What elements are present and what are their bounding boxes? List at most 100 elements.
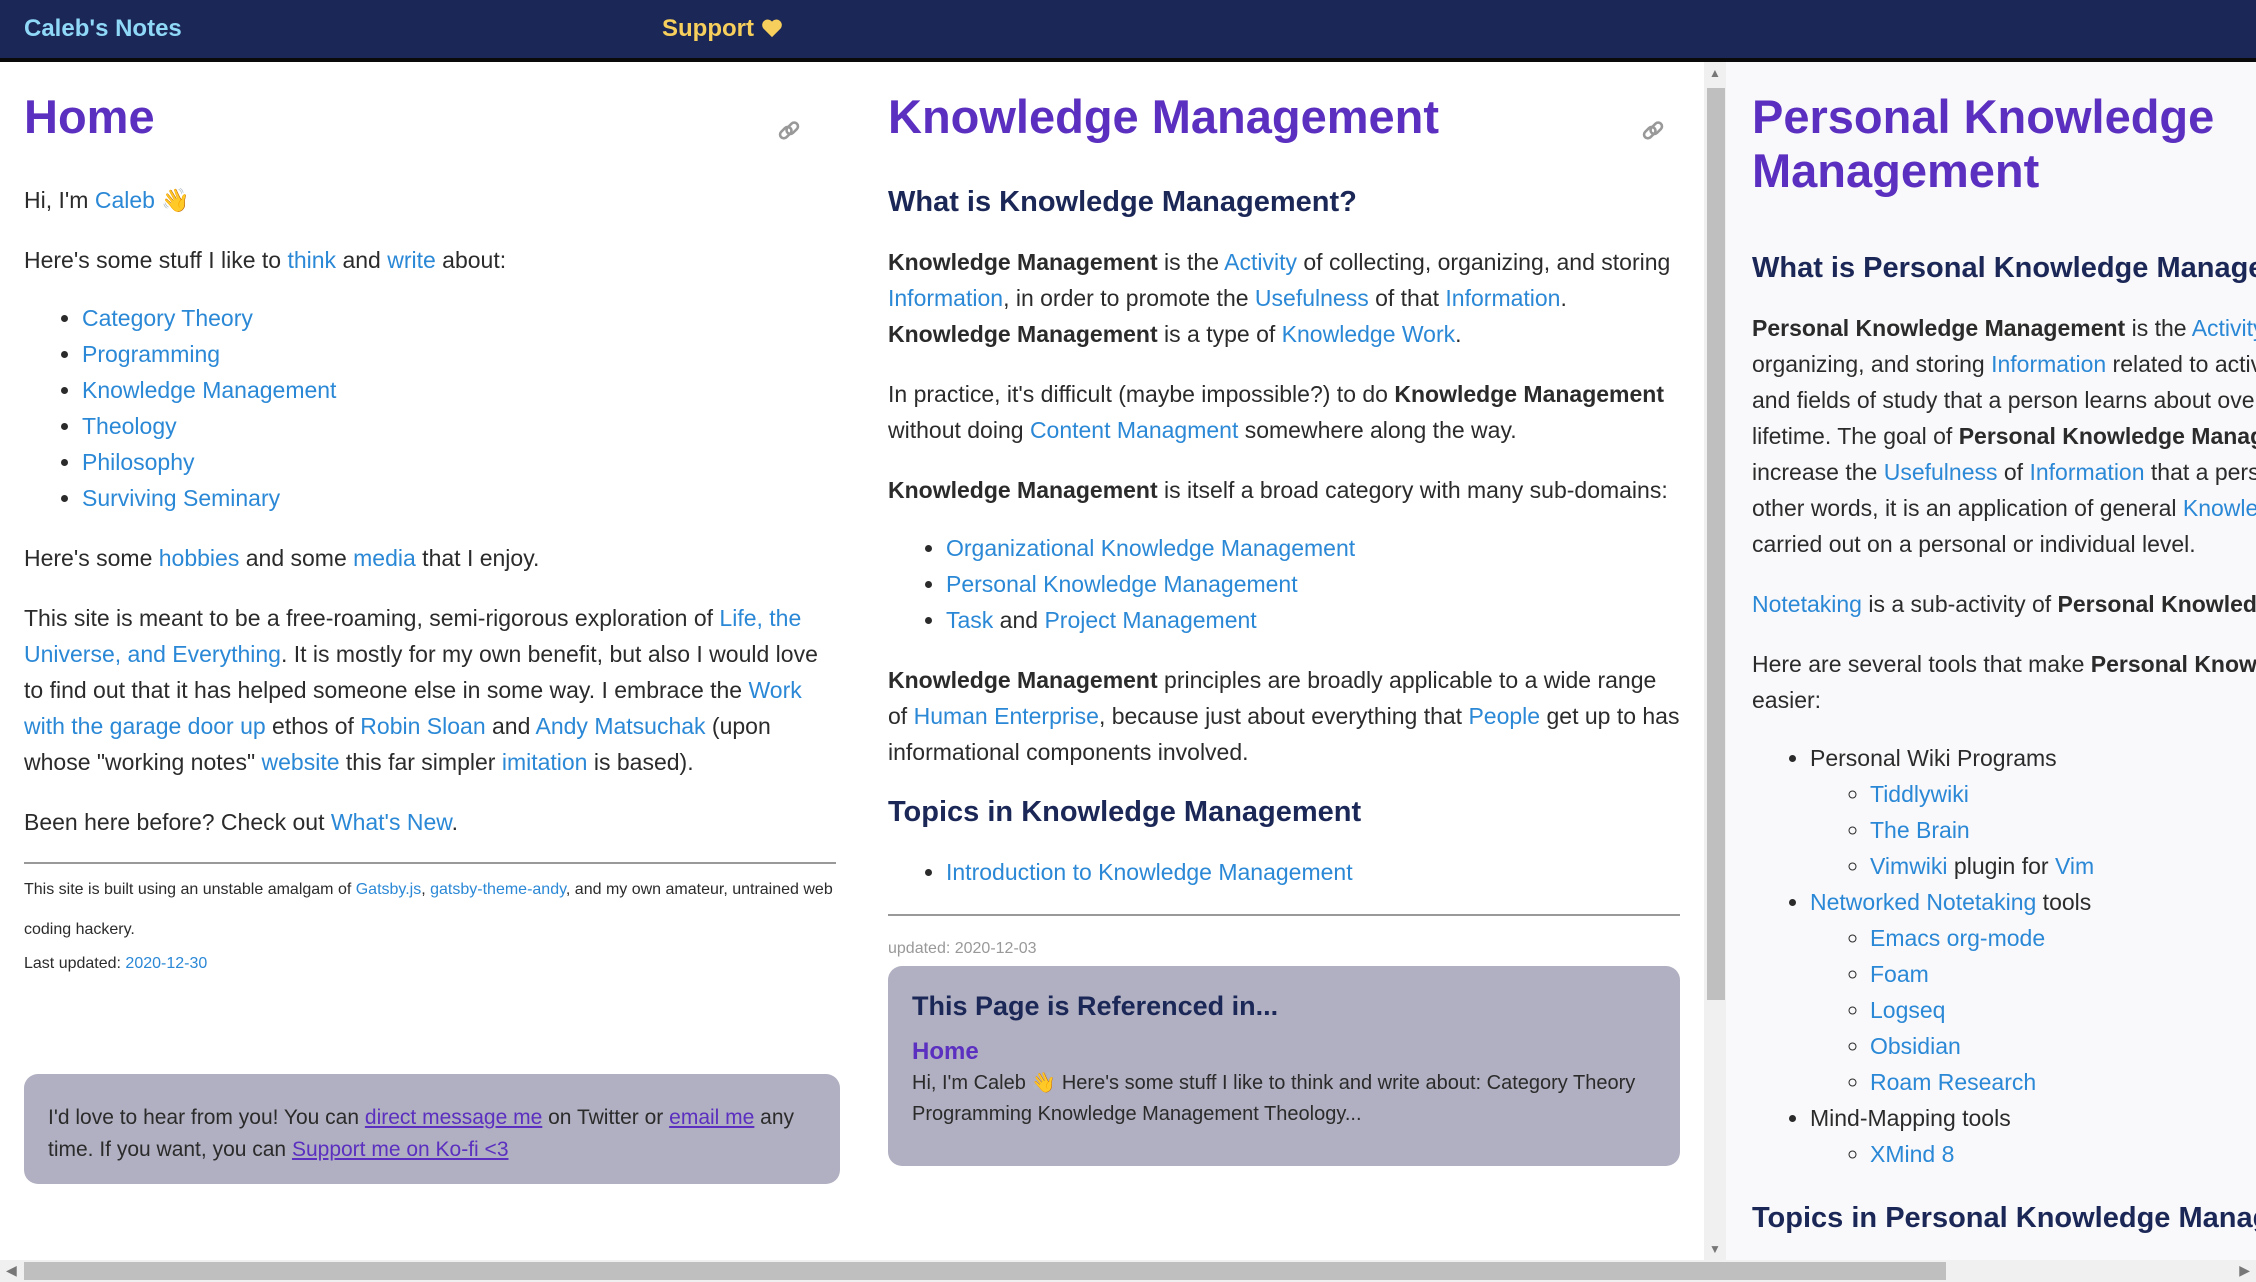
last-updated-date-link[interactable]: 2020-12-30 — [125, 955, 207, 972]
whats-new-link[interactable]: What's New — [331, 809, 452, 835]
kofi-link[interactable]: Support me on Ko-fi <3 — [292, 1138, 509, 1161]
tool-link[interactable]: Foam — [1870, 961, 1929, 987]
scrollbar-thumb[interactable] — [1707, 88, 1725, 1000]
topic-link[interactable]: Surviving Seminary — [82, 485, 280, 511]
project-management-link[interactable]: Project Management — [1044, 607, 1256, 633]
km-practice-paragraph: In practice, it's difficult (maybe impos… — [888, 381, 1665, 443]
scroll-right-arrow-icon[interactable]: ▶ — [2239, 1262, 2250, 1279]
information-link[interactable]: Information — [1445, 285, 1560, 311]
list-item: Task and Project Management — [946, 602, 1680, 638]
topic-link[interactable]: Category Theory — [82, 305, 253, 331]
subdomain-link[interactable]: Personal Knowledge Management — [946, 571, 1298, 597]
pkm-tools-intro: Here are several tools that make Persona… — [1752, 651, 2256, 713]
note-pane-personal-knowledge-management: Personal Knowledge Management What is Pe… — [1726, 62, 2256, 1260]
list-item: The Brain — [1870, 812, 2232, 848]
list-item: Personal Knowledge Management — [946, 566, 1680, 602]
vimwiki-link[interactable]: Vimwiki — [1870, 853, 1948, 879]
list-item: Foam — [1870, 956, 2232, 992]
hobbies-link[interactable]: hobbies — [159, 545, 240, 571]
vertical-scrollbar[interactable]: ▲ ▼ — [1704, 62, 1726, 1260]
list-item: Mind-Mapping tools XMind 8 — [1810, 1100, 2232, 1172]
gatsby-link[interactable]: Gatsby.js — [356, 881, 422, 898]
tool-link[interactable]: XMind 8 — [1870, 1141, 1954, 1167]
task-link[interactable]: Task — [946, 607, 993, 633]
section-heading: Topics in Personal Knowledge Management — [1752, 1202, 2256, 1234]
top-nav-bar: Caleb's Notes Support — [0, 0, 2256, 62]
topic-list: Category Theory Programming Knowledge Ma… — [24, 300, 836, 516]
section-heading: What is Knowledge Management? — [888, 186, 1357, 218]
direct-message-link[interactable]: direct message me — [365, 1106, 542, 1129]
list-item: Knowledge Management — [82, 372, 836, 408]
list-item: Emacs org-mode — [1870, 920, 2232, 956]
list-item: Networked Notetaking tools Emacs org-mod… — [1810, 884, 2232, 1100]
email-link[interactable]: email me — [669, 1106, 754, 1129]
subdomain-list: Organizational Knowledge Management Pers… — [888, 530, 1680, 638]
notetaking-link[interactable]: Notetaking — [1752, 591, 1862, 617]
andy-matsuchak-link[interactable]: Andy Matsuchak — [536, 713, 706, 739]
tool-link[interactable]: The Brain — [1870, 817, 1970, 843]
human-enterprise-link[interactable]: Human Enterprise — [914, 703, 1099, 729]
section-heading: What is Personal Knowledge Management? — [1752, 252, 2256, 284]
list-item: Obsidian — [1870, 1028, 2232, 1064]
think-link[interactable]: think — [287, 247, 336, 273]
topic-link[interactable]: Introduction to Knowledge Management — [946, 859, 1353, 885]
information-link[interactable]: Information — [888, 285, 1003, 311]
link-icon[interactable] — [1640, 118, 1666, 149]
backlinks-heading: This Page is Referenced in... — [912, 991, 1279, 1021]
backlink-title[interactable]: Home — [912, 1036, 1656, 1068]
wave-emoji: 👋 — [161, 187, 190, 213]
link-icon[interactable] — [776, 118, 802, 149]
heart-icon — [761, 15, 783, 42]
caleb-link[interactable]: Caleb — [95, 187, 155, 213]
website-link[interactable]: website — [262, 749, 340, 775]
sublist: Tiddlywiki The Brain Vimwiki plugin for … — [1810, 776, 2232, 884]
knowledge-work-link[interactable]: Knowledge Work — [1282, 321, 1455, 347]
list-item: Category Theory — [82, 300, 836, 336]
page-title: Home — [24, 90, 155, 143]
tool-link[interactable]: Emacs org-mode — [1870, 925, 2045, 951]
networked-notetaking-link[interactable]: Networked Notetaking — [1810, 889, 2036, 915]
scroll-down-arrow-icon[interactable]: ▼ — [1709, 1242, 1721, 1256]
intro-paragraph: Here's some stuff I like to think and wr… — [24, 247, 507, 273]
scroll-left-arrow-icon[interactable]: ◀ — [6, 1262, 17, 1279]
write-link[interactable]: write — [387, 247, 436, 273]
imitation-link[interactable]: imitation — [502, 749, 588, 775]
km-principles-paragraph: Knowledge Management principles are broa… — [888, 667, 1680, 765]
scroll-up-arrow-icon[interactable]: ▲ — [1709, 66, 1721, 80]
support-link[interactable]: Support — [662, 15, 783, 43]
people-link[interactable]: People — [1468, 703, 1540, 729]
scrollbar-thumb[interactable] — [24, 1262, 1946, 1280]
information-link[interactable]: Information — [2029, 459, 2144, 485]
vim-link[interactable]: Vim — [2055, 853, 2094, 879]
topic-link[interactable]: Programming — [82, 341, 220, 367]
activity-link[interactable]: Activity — [2192, 315, 2256, 341]
horizontal-scrollbar[interactable]: ◀ ▶ — [0, 1260, 2256, 1282]
media-link[interactable]: media — [353, 545, 416, 571]
site-brand-link[interactable]: Caleb's Notes — [24, 15, 182, 43]
section-heading: Topics in Knowledge Management — [888, 796, 1362, 828]
topic-link[interactable]: Knowledge Management — [82, 377, 336, 403]
tool-link[interactable]: Logseq — [1870, 997, 1945, 1023]
information-link[interactable]: Information — [1991, 351, 2106, 377]
list-item: Theology — [82, 408, 836, 444]
list-item: Tiddlywiki — [1870, 776, 2232, 812]
gatsby-theme-andy-link[interactable]: gatsby-theme-andy — [430, 881, 566, 898]
subdomain-link[interactable]: Organizational Knowledge Management — [946, 535, 1355, 561]
usefulness-link[interactable]: Usefulness — [1884, 459, 1998, 485]
km-subdomains-paragraph: Knowledge Management is itself a broad c… — [888, 477, 1668, 503]
tool-link[interactable]: Tiddlywiki — [1870, 781, 1969, 807]
backlink-snippet[interactable]: Hi, I'm Caleb 👋 Here's some stuff I like… — [912, 1068, 1656, 1130]
activity-link[interactable]: Activity — [1224, 249, 1297, 275]
list-item: Programming — [82, 336, 836, 372]
robin-sloan-link[interactable]: Robin Sloan — [360, 713, 485, 739]
list-item: XMind 8 — [1870, 1136, 2232, 1172]
topic-link[interactable]: Theology — [82, 413, 177, 439]
list-item: Roam Research — [1870, 1064, 2232, 1100]
content-management-link[interactable]: Content Managment — [1030, 417, 1238, 443]
tool-link[interactable]: Obsidian — [1870, 1033, 1961, 1059]
tool-link[interactable]: Roam Research — [1870, 1069, 2036, 1095]
knowledge-management-link[interactable]: Knowledge Management — [2183, 495, 2256, 521]
topic-link[interactable]: Philosophy — [82, 449, 195, 475]
km-definition-paragraph: Knowledge Management is the Activity of … — [888, 249, 1671, 347]
usefulness-link[interactable]: Usefulness — [1255, 285, 1369, 311]
